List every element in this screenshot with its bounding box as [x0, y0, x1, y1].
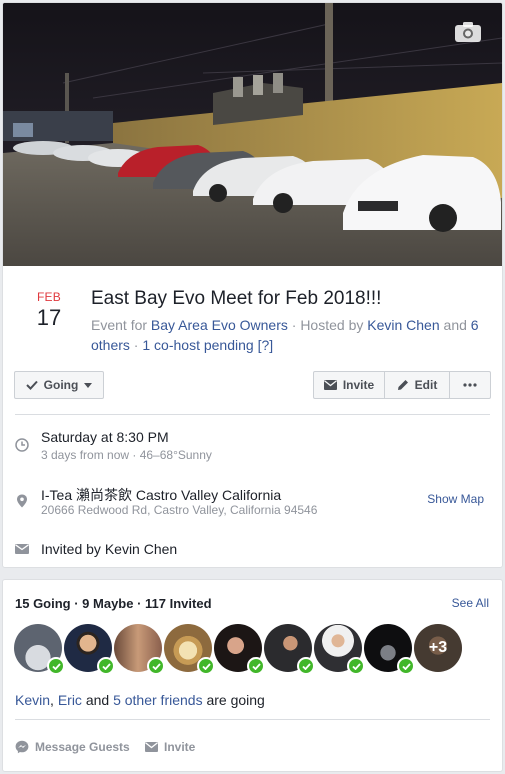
meta-sep: ·	[129, 337, 143, 353]
avatar[interactable]	[14, 624, 65, 675]
more-guests-avatar[interactable]: +3	[414, 624, 462, 672]
edit-button[interactable]: Edit	[384, 371, 450, 399]
meta-and: and	[439, 317, 471, 333]
envelope-icon	[323, 380, 337, 390]
going-check-icon	[297, 657, 315, 675]
event-month: FEB	[37, 290, 61, 304]
avatar[interactable]	[364, 624, 415, 675]
going-check-icon	[147, 657, 165, 675]
meta-sep: · Hosted by	[287, 317, 368, 333]
going-label: Going	[43, 378, 79, 392]
other-friends-link[interactable]: 5 other friends	[113, 692, 203, 708]
friend-link[interactable]: Eric	[58, 692, 82, 708]
ellipsis-icon	[463, 383, 477, 387]
friends-and: and	[81, 692, 114, 708]
message-guests-button[interactable]: Message Guests	[15, 740, 130, 754]
event-day: 17	[36, 305, 62, 330]
guest-counts[interactable]: 15 Going · 9 Maybe · 117 Invited	[15, 596, 212, 611]
avatar[interactable]	[264, 624, 315, 675]
event-time[interactable]: Saturday at 8:30 PM	[41, 429, 169, 445]
avatar[interactable]	[314, 624, 365, 675]
invite-button[interactable]: Invite	[313, 371, 385, 399]
messenger-icon	[15, 740, 29, 754]
event-date-box: FEB 17	[29, 290, 69, 331]
envelope-icon	[15, 544, 29, 554]
event-cover-photo[interactable]	[3, 3, 502, 266]
event-title: East Bay Evo Meet for Feb 2018!!!	[91, 288, 382, 309]
going-check-icon	[47, 657, 65, 675]
edit-label: Edit	[414, 378, 438, 392]
clock-icon	[15, 438, 29, 452]
invite-guests-label: Invite	[164, 740, 196, 754]
envelope-icon	[145, 742, 158, 752]
host-link[interactable]: Kevin Chen	[367, 317, 439, 333]
caret-down-icon	[84, 382, 93, 388]
guest-avatars: +3	[14, 624, 462, 675]
more-guests-count: +3	[414, 624, 462, 672]
more-options-button[interactable]	[449, 371, 491, 399]
see-all-link[interactable]: See All	[452, 596, 489, 610]
divider	[15, 719, 490, 720]
going-check-icon	[397, 657, 415, 675]
guests-card: 15 Going · 9 Maybe · 117 Invited See All	[2, 579, 503, 772]
going-check-icon	[347, 657, 365, 675]
show-map-link[interactable]: Show Map	[427, 492, 484, 506]
event-card: FEB 17 East Bay Evo Meet for Feb 2018!!!…	[2, 2, 503, 568]
invite-guests-button[interactable]: Invite	[145, 740, 195, 754]
event-time-detail: 3 days from now · 46–68°Sunny	[41, 448, 212, 462]
invited-by: Invited by Kevin Chen	[41, 541, 178, 557]
checkmark-icon	[25, 380, 38, 390]
message-guests-label: Message Guests	[35, 740, 130, 754]
camera-icon[interactable]	[454, 21, 482, 43]
avatar[interactable]	[64, 624, 115, 675]
pencil-icon	[397, 380, 408, 390]
avatar[interactable]	[114, 624, 165, 675]
avatar[interactable]	[164, 624, 215, 675]
going-check-icon	[97, 657, 115, 675]
friends-going: Kevin, Eric and 5 other friends are goin…	[15, 692, 265, 708]
going-check-icon	[197, 657, 215, 675]
invite-label: Invite	[342, 378, 375, 392]
event-meta: Event for Bay Area Evo Owners · Hosted b…	[91, 315, 486, 355]
friends-suffix: are going	[202, 692, 265, 708]
event-address: 20666 Redwood Rd, Castro Valley, Califor…	[41, 503, 318, 517]
cohost-pending-link[interactable]: 1 co-host pending [?]	[142, 337, 273, 353]
meta-prefix: Event for	[91, 317, 151, 333]
divider	[15, 414, 490, 415]
going-check-icon	[247, 657, 265, 675]
avatar[interactable]	[214, 624, 265, 675]
friend-link[interactable]: Kevin	[15, 692, 50, 708]
event-page-link[interactable]: Bay Area Evo Owners	[151, 317, 288, 333]
event-location[interactable]: I-Tea 瀨尚茶飲 Castro Valley California	[41, 485, 281, 505]
going-button[interactable]: Going	[14, 371, 104, 399]
location-pin-icon	[17, 494, 27, 508]
friends-sep: ,	[50, 692, 58, 708]
